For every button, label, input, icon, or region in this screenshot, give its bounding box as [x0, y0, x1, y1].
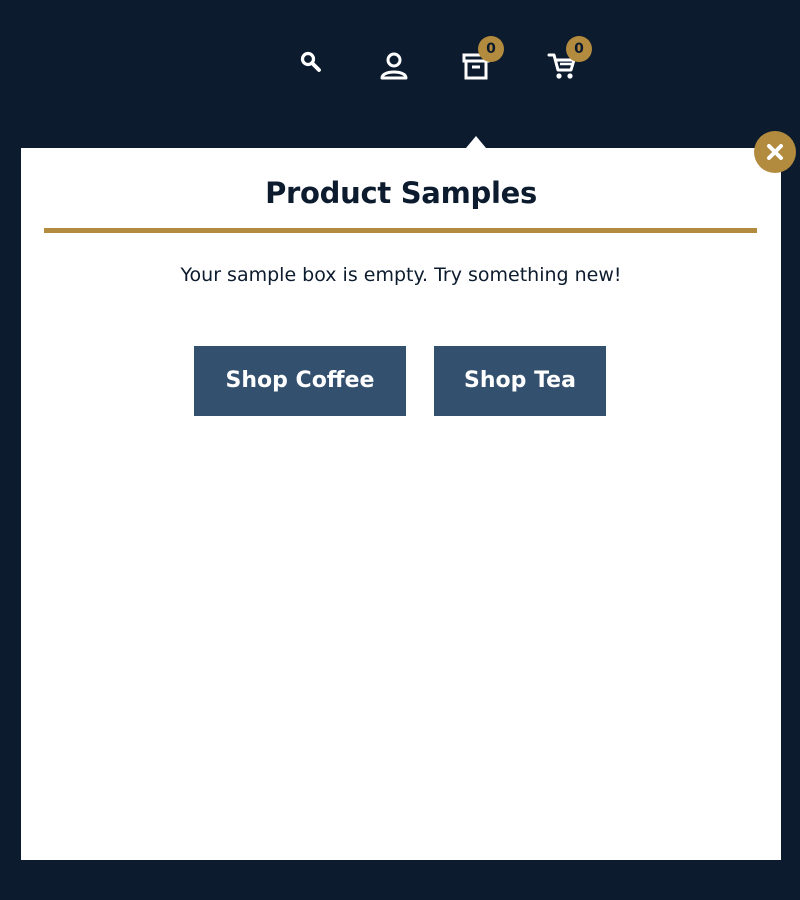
popover-title: Product Samples — [265, 176, 537, 210]
close-icon — [767, 144, 783, 160]
search-button[interactable] — [296, 48, 326, 78]
account-button[interactable] — [376, 48, 412, 84]
cart-count-badge: 0 — [566, 36, 592, 62]
shop-coffee-button[interactable]: Shop Coffee — [194, 346, 406, 416]
title-divider — [44, 228, 757, 233]
search-icon — [300, 51, 321, 72]
user-icon — [380, 52, 408, 80]
popover-caret — [466, 136, 486, 148]
samples-count-badge: 0 — [478, 36, 504, 62]
page: 0 0 Product Samples Your sample box is e… — [0, 0, 800, 900]
shop-tea-button[interactable]: Shop Tea — [434, 346, 606, 416]
samples-popover: Product Samples Your sample box is empty… — [21, 148, 781, 860]
empty-message: Your sample box is empty. Try something … — [180, 264, 622, 286]
close-popover-button[interactable] — [754, 131, 796, 173]
